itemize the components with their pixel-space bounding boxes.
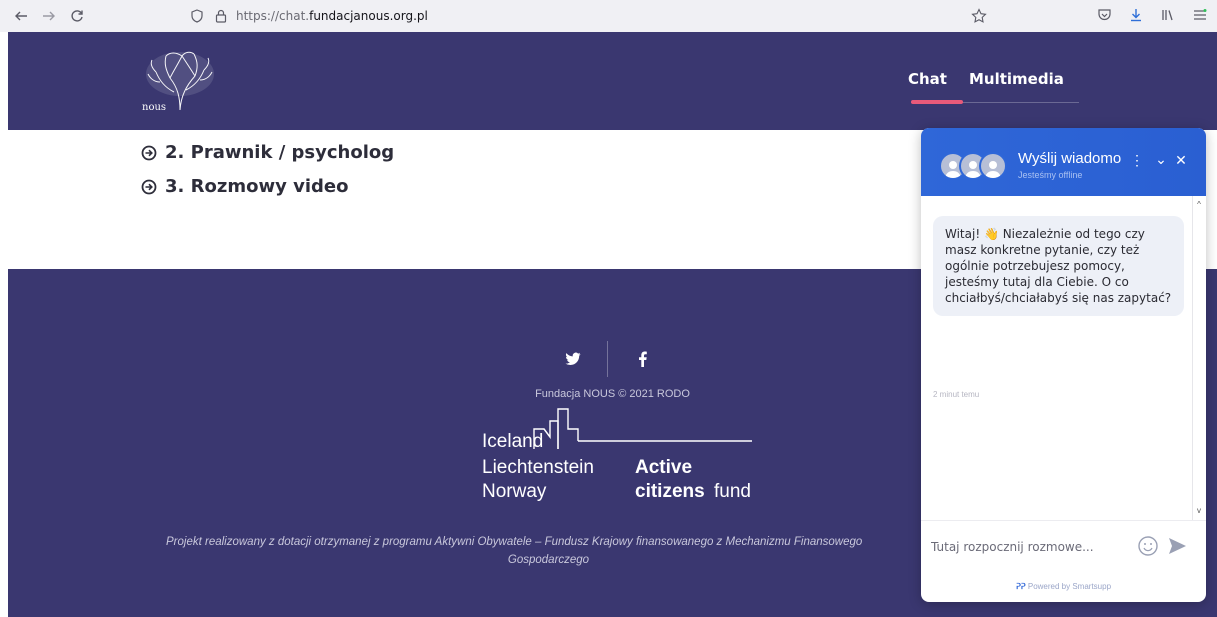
chat-widget: Wyślij wiadomo Jesteśmy offline ⋮ ⌄ ✕ Wi… <box>921 128 1206 602</box>
library-icon <box>1162 10 1173 21</box>
active-citizens-fund-logo: Iceland Liechtenstein Norway Active citi… <box>474 405 754 505</box>
scroll-down-icon[interactable]: v <box>1194 506 1204 515</box>
acf-norway: Norway <box>482 481 547 502</box>
reload-icon <box>71 10 83 22</box>
service-item-lawyer[interactable]: 2. Prawnik / psycholog <box>141 142 394 163</box>
acf-iceland: Iceland <box>482 431 544 452</box>
library-button[interactable] <box>1157 4 1179 26</box>
powered-text: Powered by Smartsupp <box>1027 582 1112 591</box>
back-button[interactable] <box>8 4 34 28</box>
lock-icon[interactable] <box>212 7 230 25</box>
bookmark-star-button[interactable] <box>968 5 990 27</box>
service-item-video[interactable]: 3. Rozmowy video <box>141 176 348 197</box>
menu-button[interactable] <box>1189 4 1211 26</box>
star-icon <box>971 8 987 23</box>
social-divider <box>607 341 608 377</box>
chat-scrollbar[interactable]: ^ v <box>1192 196 1206 520</box>
minimize-chevron-icon[interactable]: ⌄ <box>1153 151 1169 168</box>
acf-active: Active <box>635 457 693 478</box>
agent-avatars <box>939 152 1007 180</box>
page: https://chat.fundacjanous.org.pl nous Ch… <box>0 0 1217 617</box>
pocket-icon <box>1097 9 1111 21</box>
send-icon[interactable] <box>1166 535 1188 557</box>
scroll-up-icon[interactable]: ^ <box>1194 200 1204 209</box>
pocket-button[interactable] <box>1093 4 1115 26</box>
url-text: https://chat.fundacjanous.org.pl <box>236 9 428 23</box>
powered-by[interactable]: ᕈᕈ Powered by Smartsupp <box>921 582 1206 591</box>
service-item-label: 2. Prawnik / psycholog <box>165 142 395 163</box>
project-line-1: Projekt realizowany z dotacji otrzymanej… <box>166 536 863 548</box>
avatar <box>979 152 1007 180</box>
service-item-label: 3. Rozmowy video <box>165 176 349 197</box>
site-header: nous Chat Multimedia <box>8 32 1217 130</box>
menu-item-multimedia[interactable]: Multimedia <box>969 70 1064 88</box>
logo-text: nous <box>142 102 167 113</box>
reload-button[interactable] <box>64 4 90 28</box>
chat-message-input[interactable] <box>931 537 1131 557</box>
agent-message-bubble: Witaj! 👋 Niezależnie od tego czy masz ko… <box>933 216 1184 316</box>
message-timestamp: 2 minut temu <box>933 390 980 399</box>
facebook-icon[interactable] <box>632 349 652 369</box>
social-links <box>563 341 652 377</box>
circle-arrow-right-icon <box>141 179 157 194</box>
user-icon <box>985 161 1001 178</box>
download-icon <box>1131 9 1141 22</box>
close-icon[interactable]: ✕ <box>1173 152 1189 169</box>
downloads-button[interactable] <box>1125 4 1147 26</box>
address-bar[interactable]: https://chat.fundacjanous.org.pl <box>188 3 1208 29</box>
project-line-2: Gospodarczego <box>507 554 590 566</box>
browser-tools <box>1093 4 1211 26</box>
chat-header[interactable]: Wyślij wiadomo Jesteśmy offline ⋮ ⌄ ✕ <box>921 128 1206 196</box>
acf-fund: fund <box>714 481 751 502</box>
arrow-left-icon <box>15 11 27 21</box>
menu-item-chat[interactable]: Chat <box>908 70 947 88</box>
acf-liechtenstein: Liechtenstein <box>482 457 594 478</box>
arrow-right-icon <box>43 11 55 21</box>
forward-button[interactable] <box>36 4 62 28</box>
emoji-icon[interactable] <box>1137 535 1159 557</box>
hamburger-icon <box>1194 9 1207 20</box>
shield-icon[interactable] <box>188 7 206 25</box>
acf-buildings-icon <box>533 408 752 449</box>
chat-composer <box>921 520 1206 572</box>
chat-status: Jesteśmy offline <box>1018 170 1083 180</box>
chat-title: Wyślij wiadomo <box>1018 150 1122 167</box>
more-options-icon[interactable]: ⋮ <box>1129 152 1145 169</box>
browser-toolbar: https://chat.fundacjanous.org.pl <box>0 0 1217 32</box>
url-prefix: https://chat. <box>236 9 310 23</box>
main-menu: Chat Multimedia <box>908 70 1064 88</box>
circle-arrow-right-icon <box>141 145 157 160</box>
project-description: Projekt realizowany z dotacji otrzymanej… <box>166 533 931 569</box>
menu-active-indicator <box>911 100 963 104</box>
url-domain: fundacjanous.org.pl <box>309 9 428 23</box>
twitter-icon[interactable] <box>563 349 583 369</box>
acf-citizens: citizens <box>635 481 705 502</box>
chat-messages: Witaj! 👋 Niezależnie od tego czy masz ko… <box>921 196 1206 520</box>
smartsupp-logo-icon: ᕈᕈ <box>1015 582 1026 591</box>
nav-buttons <box>8 4 90 28</box>
